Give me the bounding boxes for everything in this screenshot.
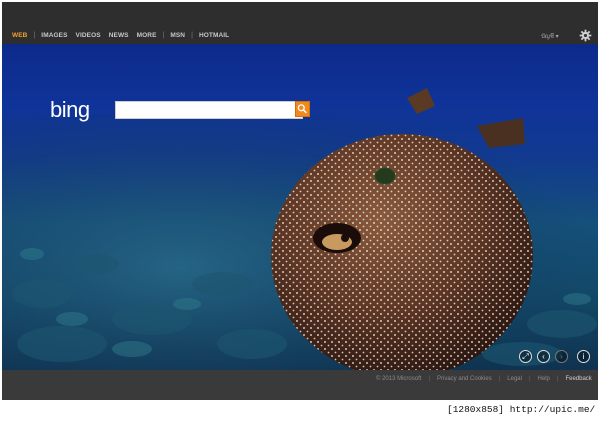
vertical-nav: WEB | IMAGES VIDEOS NEWS MORE | MSN | HO… bbox=[8, 32, 233, 39]
footer-links: © 2013 Microsoft | Privacy and Cookies |… bbox=[372, 376, 596, 382]
account-menu[interactable]: บัญชี ▾ bbox=[541, 31, 559, 41]
next-image-button[interactable]: › bbox=[555, 350, 568, 363]
nav-news[interactable]: NEWS bbox=[105, 32, 133, 39]
footer-separator: | bbox=[428, 376, 431, 382]
top-navigation-bar: WEB | IMAGES VIDEOS NEWS MORE | MSN | HO… bbox=[2, 2, 598, 44]
nav-web[interactable]: WEB bbox=[8, 32, 31, 39]
nav-images[interactable]: IMAGES bbox=[37, 32, 71, 39]
info-icon: i bbox=[582, 352, 585, 361]
expand-button[interactable]: ⤢ bbox=[519, 350, 532, 363]
footer-separator: | bbox=[498, 376, 501, 382]
feedback-link[interactable]: Feedback bbox=[561, 376, 595, 382]
nav-videos[interactable]: VIDEOS bbox=[72, 32, 105, 39]
legal-link[interactable]: Legal bbox=[503, 376, 526, 382]
gear-icon[interactable] bbox=[579, 29, 592, 42]
bing-logo[interactable]: bing bbox=[50, 97, 90, 123]
info-button[interactable]: i bbox=[577, 350, 590, 363]
pufferfish-image bbox=[271, 88, 533, 370]
previous-icon: ‹ bbox=[542, 352, 545, 361]
privacy-link[interactable]: Privacy and Cookies bbox=[433, 376, 496, 382]
nav-msn[interactable]: MSN bbox=[166, 32, 189, 39]
help-link[interactable]: Help bbox=[534, 376, 554, 382]
nav-more[interactable]: MORE bbox=[133, 32, 161, 39]
browser-frame: WEB | IMAGES VIDEOS NEWS MORE | MSN | HO… bbox=[2, 2, 598, 400]
footer-separator: | bbox=[528, 376, 531, 382]
footer-separator: | bbox=[556, 376, 559, 382]
image-watermark: [1280x858] http://upic.me/ bbox=[447, 404, 596, 415]
previous-image-button[interactable]: ‹ bbox=[537, 350, 550, 363]
nav-hotmail[interactable]: HOTMAIL bbox=[195, 32, 233, 39]
expand-icon: ⤢ bbox=[522, 351, 529, 361]
footer-bar: © 2013 Microsoft | Privacy and Cookies |… bbox=[2, 370, 598, 400]
next-icon: › bbox=[560, 352, 563, 361]
copyright-text: © 2013 Microsoft bbox=[376, 376, 422, 382]
homepage-background-image: bing ⤢ ‹ › i bbox=[2, 44, 598, 370]
